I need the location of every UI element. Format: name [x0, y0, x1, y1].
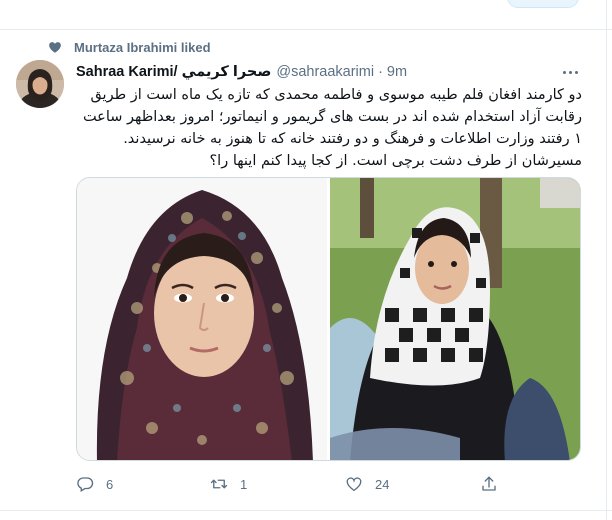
reply-icon — [77, 477, 94, 492]
top-pill-button[interactable] — [507, 0, 579, 8]
tweet-text: دو کارمند افغان فلم طیبه موسوی و فاطمه م… — [76, 84, 582, 172]
share-button[interactable] — [480, 474, 498, 494]
tweet-text-line: دو کارمند افغان فلم طیبه موسوی و فاطمه م… — [90, 87, 582, 103]
retweet-count: 1 — [240, 476, 248, 492]
like-icon — [346, 477, 362, 492]
tweet-header: Sahraa Karimi/ صحرا كريمي @sahraakarimi … — [76, 63, 407, 81]
tweet-text-line: مسیرشان از طرف دشت برچی است. از کجا پیدا… — [209, 153, 582, 169]
tweet-text-line: ۱ رفتند وزارت اطلاعات و فرهنگ و دو رفتند… — [123, 131, 582, 147]
reply-button[interactable]: 6 — [76, 474, 113, 494]
tweet-divider — [0, 510, 612, 511]
share-icon — [482, 476, 496, 491]
heart-icon — [49, 42, 61, 53]
column-border — [606, 0, 607, 520]
tweet-time[interactable]: 9m — [387, 64, 407, 80]
separator-dot: · — [378, 64, 383, 80]
retweet-icon — [210, 479, 228, 489]
timeline-top-bar — [0, 0, 612, 30]
author-display-name-persian[interactable]: صحرا كريمي — [182, 64, 272, 80]
tweet-actions: 6 1 24 — [76, 474, 506, 494]
like-count: 24 — [375, 476, 390, 492]
avatar[interactable] — [16, 60, 64, 108]
liked-by-text: Murtaza Ibrahimi liked — [74, 39, 211, 55]
tweet-photo-1[interactable] — [77, 178, 327, 460]
more-icon[interactable] — [563, 68, 581, 76]
retweet-button[interactable]: 1 — [210, 474, 247, 494]
like-button[interactable]: 24 — [345, 474, 389, 494]
tweet-text-line: رقابت آزاد استخدام شده اند در بست های گر… — [82, 109, 582, 125]
author-display-name[interactable]: Sahraa Karimi/ — [76, 64, 178, 80]
author-handle[interactable]: @sahraakarimi — [276, 64, 374, 80]
tweet-photo-2[interactable] — [329, 178, 580, 460]
social-context[interactable]: Murtaza Ibrahimi liked — [48, 39, 211, 55]
reply-count: 6 — [106, 476, 114, 492]
tweet-media — [76, 177, 581, 461]
